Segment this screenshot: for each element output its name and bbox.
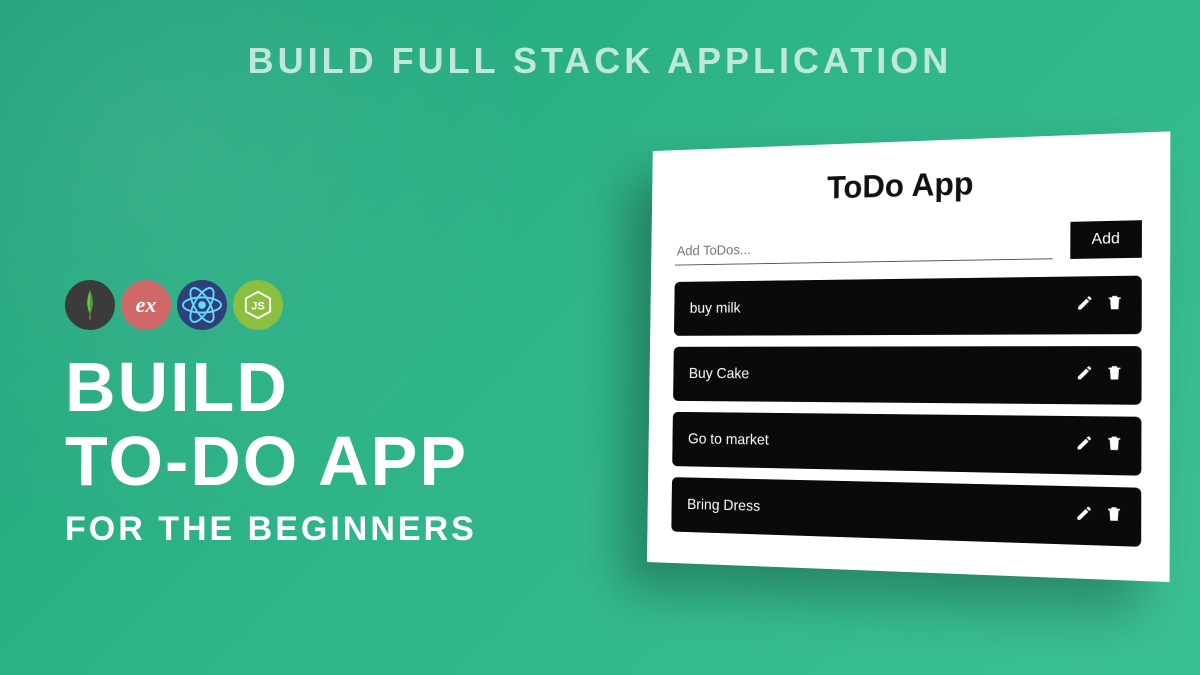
promo-line-1: BUILD	[65, 352, 477, 422]
todo-item: Buy Cake	[673, 346, 1142, 405]
app-title: ToDo App	[676, 160, 1142, 211]
todo-item: Go to market	[672, 412, 1141, 476]
todo-app-panel: ToDo App Add buy milk Buy Cake Go to mar…	[647, 131, 1170, 582]
mongodb-icon	[65, 280, 115, 330]
delete-icon[interactable]	[1106, 294, 1124, 317]
edit-icon[interactable]	[1076, 364, 1094, 387]
todo-item: Bring Dress	[671, 477, 1141, 547]
tech-stack-icons: ex JS	[65, 280, 477, 330]
promo-line-2: TO-DO APP	[65, 426, 477, 496]
express-icon: ex	[121, 280, 171, 330]
edit-icon[interactable]	[1075, 434, 1093, 457]
input-row: Add	[675, 220, 1142, 265]
todo-text: Bring Dress	[687, 496, 760, 515]
todo-item: buy milk	[674, 276, 1142, 336]
todo-text: Buy Cake	[689, 366, 750, 383]
delete-icon[interactable]	[1105, 434, 1123, 457]
delete-icon[interactable]	[1105, 505, 1123, 528]
promo-line-3: FOR THE BEGINNERS	[65, 510, 477, 549]
todo-text: buy milk	[690, 300, 741, 317]
promo-text-block: ex JS BUILD TO-DO APP FOR THE BEGINNERS	[65, 280, 477, 549]
add-button[interactable]: Add	[1070, 220, 1142, 259]
todo-input[interactable]	[675, 230, 1052, 266]
svg-text:JS: JS	[251, 301, 265, 313]
edit-icon[interactable]	[1075, 504, 1093, 527]
nodejs-icon: JS	[233, 280, 283, 330]
todo-text: Go to market	[688, 431, 769, 449]
edit-icon[interactable]	[1076, 294, 1094, 317]
page-header: BUILD FULL STACK APPLICATION	[0, 40, 1200, 82]
react-icon	[177, 280, 227, 330]
delete-icon[interactable]	[1105, 364, 1123, 387]
